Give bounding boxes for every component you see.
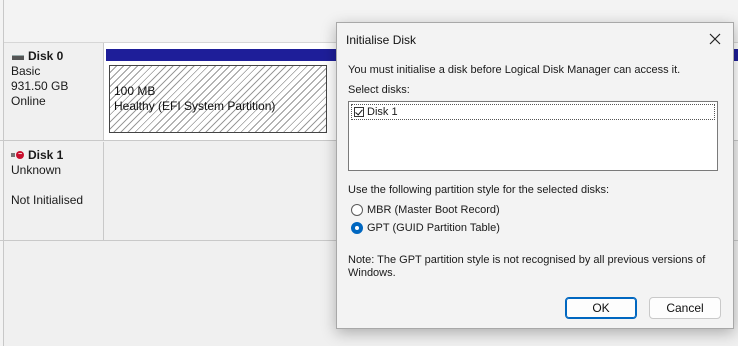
disk-1-type: Unknown	[11, 163, 62, 177]
close-icon	[709, 33, 721, 45]
disk-list-item[interactable]: Disk 1	[351, 104, 715, 120]
disk-1-name-row: − Disk 1	[11, 148, 103, 163]
efi-partition[interactable]: 100 MB Healthy (EFI System Partition)	[109, 65, 327, 133]
select-disks-label: Select disks:	[348, 84, 410, 96]
efi-partition-status: Healthy (EFI System Partition)	[114, 99, 276, 113]
disk-list[interactable]: Disk 1	[348, 101, 718, 171]
gpt-note: Note: The GPT partition style is not rec…	[348, 254, 706, 279]
mbr-option[interactable]: MBR (Master Boot Record)	[351, 204, 500, 216]
disk-0-status: Online	[11, 94, 46, 108]
disk-0-name-row: Disk 0	[11, 49, 103, 64]
disk-1-name: Disk 1	[28, 148, 64, 162]
gpt-radio[interactable]	[351, 222, 363, 234]
disk-0-label[interactable]: Disk 0 Basic 931.50 GB Online	[4, 43, 104, 140]
disk-0-type: Basic	[11, 64, 41, 78]
cancel-button[interactable]: Cancel	[649, 297, 721, 319]
partition-style-label: Use the following partition style for th…	[348, 184, 610, 196]
dialog-title: Initialise Disk	[346, 33, 417, 47]
dialog-content: You must initialise a disk before Logica…	[337, 55, 733, 328]
efi-partition-text: 100 MB Healthy (EFI System Partition)	[114, 84, 275, 114]
disk-list-item-label: Disk 1	[367, 106, 398, 118]
disk-error-icon: −	[11, 150, 25, 160]
efi-partition-size: 100 MB	[114, 84, 156, 98]
disk-0-name: Disk 0	[28, 49, 64, 63]
disk-1-label[interactable]: − Disk 1 Unknown Not Initialised	[4, 142, 104, 240]
gpt-option[interactable]: GPT (GUID Partition Table)	[351, 222, 500, 234]
disk-0-size: 931.50 GB	[11, 79, 69, 93]
mbr-radio[interactable]	[351, 204, 363, 216]
gpt-label: GPT (GUID Partition Table)	[367, 222, 500, 234]
disk-icon	[11, 53, 25, 61]
disk-1-status: Not Initialised	[11, 193, 84, 207]
dialog-intro: You must initialise a disk before Logica…	[348, 64, 681, 76]
disk-1-checkbox[interactable]	[354, 107, 364, 117]
close-button[interactable]	[697, 23, 733, 55]
ok-button[interactable]: OK	[565, 297, 637, 319]
mbr-label: MBR (Master Boot Record)	[367, 204, 500, 216]
dialog-titlebar[interactable]: Initialise Disk	[337, 23, 733, 55]
initialise-disk-dialog: Initialise Disk You must initialise a di…	[336, 22, 734, 329]
